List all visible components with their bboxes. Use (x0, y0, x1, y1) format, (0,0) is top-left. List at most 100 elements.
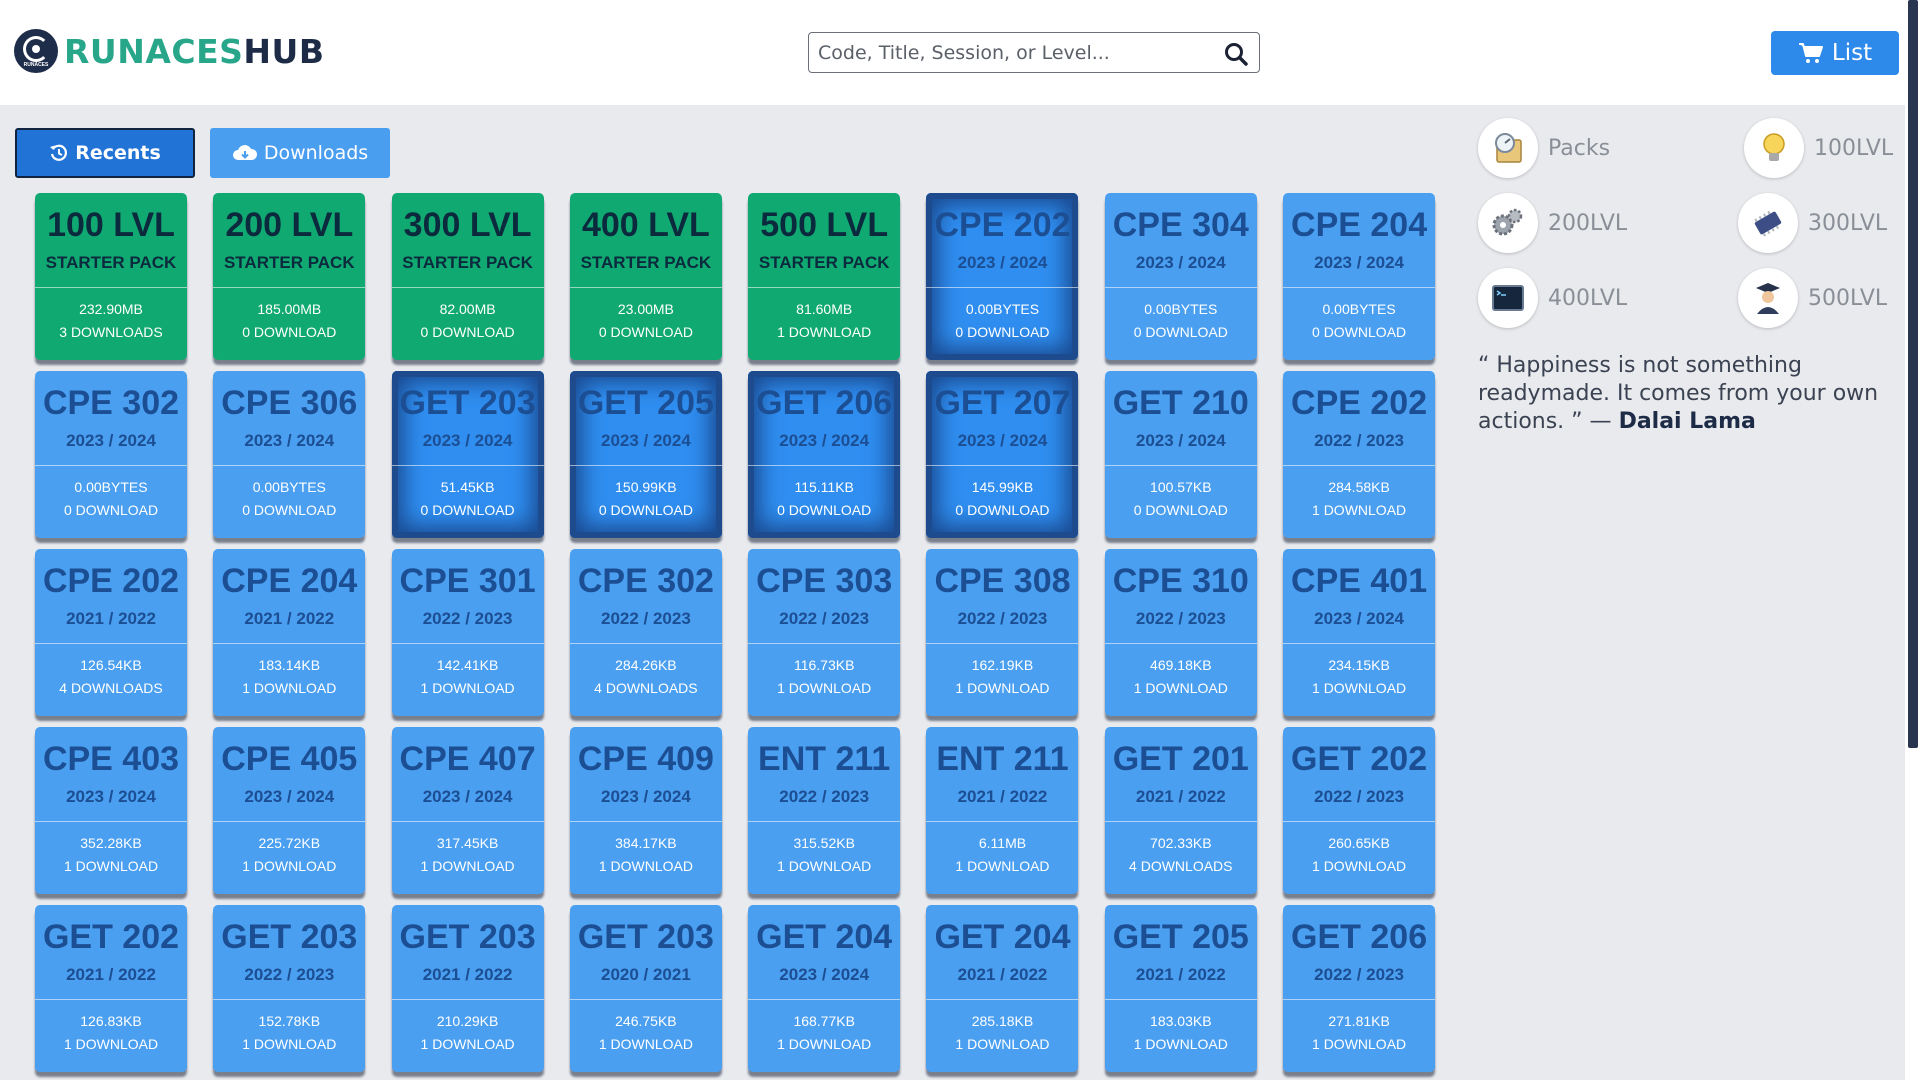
file-size: 317.45KB (436, 835, 499, 851)
lightbulb-icon (1744, 118, 1804, 178)
course-card[interactable]: CPE 409 2023 / 2024 384.17KB 1 DOWNLOAD (569, 727, 722, 894)
tab-recents-label: Recents (75, 142, 161, 164)
search-icon[interactable] (1223, 41, 1249, 67)
file-size: 0.00BYTES (252, 479, 326, 495)
course-card[interactable]: GET 202 2022 / 2023 260.65KB 1 DOWNLOAD (1283, 727, 1436, 894)
quote-author: Dalai Lama (1618, 409, 1756, 434)
course-card[interactable]: CPE 204 2023 / 2024 0.00BYTES 0 DOWNLOAD (1283, 193, 1436, 360)
card-divider (391, 821, 544, 822)
course-card[interactable]: CPE 306 2023 / 2024 0.00BYTES 0 DOWNLOAD (213, 371, 366, 538)
session-label: 2023 / 2024 (600, 787, 691, 806)
session-label: 2022 / 2023 (957, 609, 1048, 628)
session-label: 2021 / 2022 (422, 965, 513, 984)
download-count: 0 DOWNLOAD (1312, 324, 1407, 340)
course-card[interactable]: CPE 202 2022 / 2023 284.58KB 1 DOWNLOAD (1283, 371, 1436, 538)
download-count: 1 DOWNLOAD (420, 1036, 515, 1052)
course-card[interactable]: CPE 401 2023 / 2024 234.15KB 1 DOWNLOAD (1283, 549, 1436, 716)
file-size: 116.73KB (793, 657, 855, 673)
list-button[interactable]: List (1771, 31, 1899, 75)
file-size: 82.00MB (439, 301, 496, 317)
course-card[interactable]: GET 201 2021 / 2022 702.33KB 4 DOWNLOADS (1104, 727, 1257, 894)
level-400[interactable]: 400LVL (1478, 268, 1627, 328)
course-card[interactable]: 100 LVL STARTER PACK 232.90MB 3 DOWNLOADS (35, 193, 187, 360)
card-divider (569, 287, 722, 288)
file-size: 51.45KB (440, 479, 495, 495)
course-card[interactable]: CPE 302 2023 / 2024 0.00BYTES 0 DOWNLOAD (35, 371, 187, 538)
file-size: 115.11KB (794, 479, 854, 495)
course-card[interactable]: 400 LVL STARTER PACK 23.00MB 0 DOWNLOAD (569, 193, 722, 360)
level-100-label: 100LVL (1814, 135, 1894, 161)
course-card[interactable]: GET 210 2023 / 2024 100.57KB 0 DOWNLOAD (1104, 371, 1257, 538)
file-size: 152.78KB (258, 1013, 321, 1029)
course-card[interactable]: GET 203 2021 / 2022 210.29KB 1 DOWNLOAD (391, 905, 544, 1072)
card-divider (391, 287, 544, 288)
course-card[interactable]: GET 206 2023 / 2024 115.11KB 0 DOWNLOAD (748, 371, 901, 538)
course-card[interactable]: GET 207 2023 / 2024 145.99KB 0 DOWNLOAD (926, 371, 1079, 538)
course-card[interactable]: CPE 202 2021 / 2022 126.54KB 4 DOWNLOADS (35, 549, 187, 716)
course-card[interactable]: GET 202 2021 / 2022 126.83KB 1 DOWNLOAD (35, 905, 187, 1072)
level-200-label: 200LVL (1548, 210, 1628, 236)
course-card[interactable]: GET 203 2023 / 2024 51.45KB 0 DOWNLOAD (391, 371, 544, 538)
level-200[interactable]: 200LVL (1478, 193, 1627, 253)
course-code: GET 206 (1291, 918, 1428, 956)
session-label: 2023 / 2024 (957, 253, 1048, 272)
file-size: 352.28KB (80, 835, 142, 851)
course-card[interactable]: 500 LVL STARTER PACK 81.60MB 1 DOWNLOAD (748, 193, 901, 360)
course-card[interactable]: 300 LVL STARTER PACK 82.00MB 0 DOWNLOAD (391, 193, 544, 360)
course-code: GET 205 (577, 384, 714, 422)
course-card[interactable]: ENT 211 2022 / 2023 315.52KB 1 DOWNLOAD (748, 727, 901, 894)
packs-icon (1478, 118, 1538, 178)
course-card[interactable]: 200 LVL STARTER PACK 185.00MB 0 DOWNLOAD (213, 193, 366, 360)
course-card[interactable]: GET 206 2022 / 2023 271.81KB 1 DOWNLOAD (1283, 905, 1436, 1072)
download-count: 1 DOWNLOAD (955, 680, 1050, 696)
course-code: CPE 403 (42, 740, 180, 778)
course-code: GET 202 (42, 918, 180, 956)
session-label: 2023 / 2024 (244, 787, 335, 806)
pack-label: STARTER PACK (580, 253, 712, 272)
file-size: 210.29KB (436, 1013, 499, 1029)
level-packs[interactable]: Packs (1478, 118, 1610, 178)
course-card[interactable]: CPE 403 2023 / 2024 352.28KB 1 DOWNLOAD (35, 727, 187, 894)
course-card[interactable]: CPE 308 2022 / 2023 162.19KB 1 DOWNLOAD (926, 549, 1079, 716)
course-card[interactable]: CPE 304 2023 / 2024 0.00BYTES 0 DOWNLOAD (1104, 193, 1257, 360)
tab-recents[interactable]: Recents (15, 128, 195, 178)
card-divider (391, 999, 544, 1000)
download-count: 3 DOWNLOADS (59, 324, 163, 340)
search-input[interactable] (809, 33, 1209, 72)
course-card[interactable]: CPE 405 2023 / 2024 225.72KB 1 DOWNLOAD (213, 727, 366, 894)
level-300[interactable]: 300LVL (1738, 193, 1887, 253)
course-card[interactable]: GET 203 2020 / 2021 246.75KB 1 DOWNLOAD (569, 905, 722, 1072)
file-size: 260.65KB (1328, 835, 1390, 851)
scrollbar-thumb[interactable] (1908, 0, 1918, 748)
download-count: 1 DOWNLOAD (955, 1036, 1050, 1052)
course-code: 300 LVL (403, 206, 532, 244)
card-divider (1283, 287, 1436, 288)
course-card[interactable]: GET 205 2021 / 2022 183.03KB 1 DOWNLOAD (1104, 905, 1257, 1072)
course-card[interactable]: GET 203 2022 / 2023 152.78KB 1 DOWNLOAD (213, 905, 366, 1072)
level-100[interactable]: 100LVL (1744, 118, 1893, 178)
card-divider (391, 643, 544, 644)
download-count: 1 DOWNLOAD (420, 858, 515, 874)
download-count: 1 DOWNLOAD (598, 1036, 693, 1052)
course-card[interactable]: GET 204 2023 / 2024 168.77KB 1 DOWNLOAD (748, 905, 901, 1072)
tab-downloads[interactable]: Downloads (210, 128, 390, 178)
file-size: 0.00BYTES (1144, 301, 1218, 317)
file-size: 284.58KB (1328, 479, 1390, 495)
card-divider (35, 643, 187, 644)
course-card[interactable]: CPE 301 2022 / 2023 142.41KB 1 DOWNLOAD (391, 549, 544, 716)
course-card[interactable]: CPE 310 2022 / 2023 469.18KB 1 DOWNLOAD (1104, 549, 1257, 716)
course-code: CPE 202 (1291, 384, 1428, 422)
course-card[interactable]: ENT 211 2021 / 2022 6.11MB 1 DOWNLOAD (926, 727, 1079, 894)
course-card[interactable]: CPE 204 2021 / 2022 183.14KB 1 DOWNLOAD (213, 549, 366, 716)
course-code: GET 201 (1112, 740, 1249, 778)
course-card[interactable]: CPE 202 2023 / 2024 0.00BYTES 0 DOWNLOAD (926, 193, 1079, 360)
download-count: 0 DOWNLOAD (598, 324, 693, 340)
level-500[interactable]: 500LVL (1738, 268, 1887, 328)
course-card[interactable]: CPE 303 2022 / 2023 116.73KB 1 DOWNLOAD (748, 549, 901, 716)
course-card[interactable]: CPE 407 2023 / 2024 317.45KB 1 DOWNLOAD (391, 727, 544, 894)
course-code: CPE 202 (42, 562, 180, 600)
brand-logo[interactable]: RUNACES RUNACESHUB (14, 29, 324, 73)
course-card[interactable]: CPE 302 2022 / 2023 284.26KB 4 DOWNLOADS (569, 549, 722, 716)
course-card[interactable]: GET 204 2021 / 2022 285.18KB 1 DOWNLOAD (926, 905, 1079, 1072)
course-card[interactable]: GET 205 2023 / 2024 150.99KB 0 DOWNLOAD (569, 371, 722, 538)
